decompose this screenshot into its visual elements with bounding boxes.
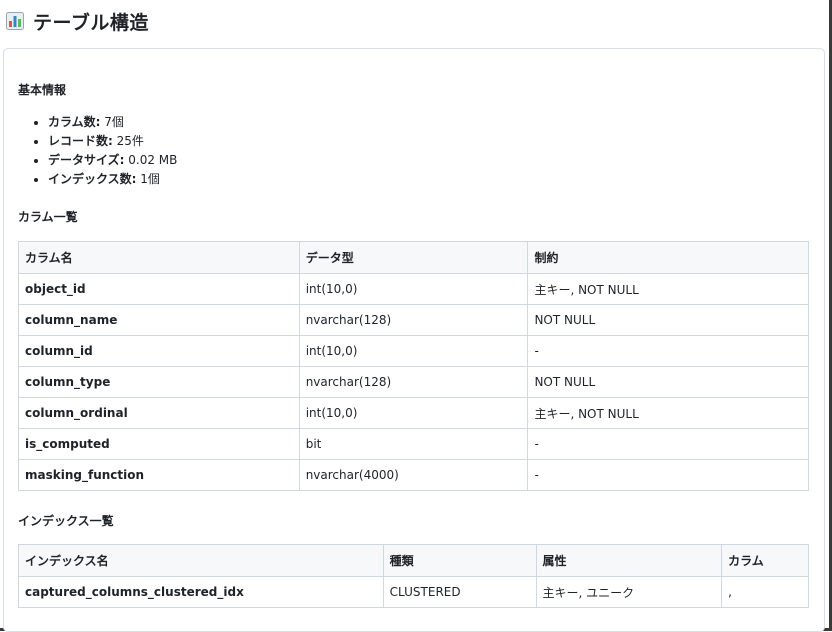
info-value: 1個 [136, 172, 160, 186]
column-header: カラム名 [18, 241, 300, 274]
data-type-cell: nvarchar(128) [298, 366, 529, 398]
column-header: カラム [721, 544, 809, 577]
columns-heading: カラム一覧 [18, 210, 78, 224]
index-type-cell: CLUSTERED [382, 576, 537, 608]
column-name-cell: is_computed [18, 428, 300, 460]
info-value: 7個 [100, 115, 124, 129]
info-label: レコード数: [48, 134, 113, 148]
info-value: 0.02 MB [124, 153, 178, 167]
column-name-cell: object_id [18, 273, 300, 305]
table-header-row: カラム名 データ型 制約 [18, 241, 809, 274]
column-header: 種類 [382, 544, 537, 577]
table-row: object_id int(10,0) 主キー, NOT NULL [18, 273, 809, 305]
constraint-cell: - [527, 459, 809, 491]
constraint-cell: 主キー, NOT NULL [527, 397, 809, 429]
column-name-cell: masking_function [18, 459, 300, 491]
info-label: データサイズ: [48, 153, 125, 167]
column-header: 属性 [535, 544, 723, 577]
data-type-cell: nvarchar(4000) [298, 459, 529, 491]
page-heading: テーブル構造 [6, 8, 149, 34]
column-header: インデックス名 [18, 544, 384, 577]
data-type-cell: int(10,0) [298, 335, 529, 367]
indexes-heading: インデックス一覧 [18, 514, 114, 528]
column-header: 制約 [527, 241, 809, 274]
index-columns-cell: , [721, 576, 809, 608]
info-label: インデックス数: [48, 172, 137, 186]
table-row: column_name nvarchar(128) NOT NULL [18, 304, 809, 336]
bar-chart-icon [6, 12, 24, 30]
constraint-cell: - [527, 335, 809, 367]
info-item-column-count: カラム数: 7個 [48, 113, 177, 132]
table-row: captured_columns_clustered_idx CLUSTERED… [18, 576, 809, 608]
column-header: データ型 [298, 241, 529, 274]
data-type-cell: int(10,0) [298, 397, 529, 429]
info-value: 25件 [112, 134, 144, 148]
column-name-cell: column_type [18, 366, 300, 398]
page-title: テーブル構造 [33, 11, 149, 34]
column-name-cell: column_id [18, 335, 300, 367]
column-name-cell: column_ordinal [18, 397, 300, 429]
table-row: column_ordinal int(10,0) 主キー, NOT NULL [18, 397, 809, 429]
columns-table: カラム名 データ型 制約 object_id int(10,0) 主キー, NO… [18, 241, 809, 491]
table-row: masking_function nvarchar(4000) - [18, 459, 809, 491]
info-item-index-count: インデックス数: 1個 [48, 170, 177, 189]
basic-info-list: カラム数: 7個 レコード数: 25件 データサイズ: 0.02 MB インデッ… [30, 113, 177, 189]
table-row: column_id int(10,0) - [18, 335, 809, 367]
constraint-cell: NOT NULL [527, 304, 809, 336]
info-item-record-count: レコード数: 25件 [48, 132, 177, 151]
column-name-cell: column_name [18, 304, 300, 336]
data-type-cell: nvarchar(128) [298, 304, 529, 336]
data-type-cell: bit [298, 428, 529, 460]
indexes-table: インデックス名 種類 属性 カラム captured_columns_clust… [18, 544, 809, 608]
index-name-cell: captured_columns_clustered_idx [18, 576, 384, 608]
data-type-cell: int(10,0) [298, 273, 529, 305]
table-row: column_type nvarchar(128) NOT NULL [18, 366, 809, 398]
constraint-cell: 主キー, NOT NULL [527, 273, 809, 305]
index-attribute-cell: 主キー, ユニーク [535, 576, 723, 608]
info-item-data-size: データサイズ: 0.02 MB [48, 151, 177, 170]
table-header-row: インデックス名 種類 属性 カラム [18, 544, 809, 577]
constraint-cell: NOT NULL [527, 366, 809, 398]
info-label: カラム数: [48, 115, 101, 129]
basic-info-heading: 基本情報 [18, 83, 67, 97]
constraint-cell: - [527, 428, 809, 460]
table-row: is_computed bit - [18, 428, 809, 460]
